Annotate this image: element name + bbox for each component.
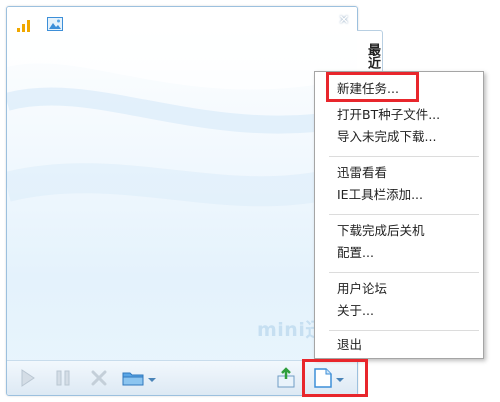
minithunder-window: ✕ mini迅 [6, 6, 358, 396]
delete-button[interactable] [89, 367, 109, 389]
menu-separator [329, 156, 479, 157]
menu-dropdown-button[interactable] [311, 367, 347, 389]
menu-item-settings[interactable]: 配置... [337, 244, 374, 261]
menu-item-about[interactable]: 关于... [337, 302, 374, 319]
menu-item-xunlei-kankan[interactable]: 迅雷看看 [337, 164, 387, 181]
delete-icon [91, 370, 107, 386]
open-folder-button[interactable] [121, 367, 159, 389]
bottom-toolbar [7, 360, 357, 395]
pause-button[interactable] [53, 367, 73, 389]
menu-item-exit[interactable]: 退出 [337, 336, 362, 353]
picture-icon[interactable] [47, 17, 63, 31]
menu-item-ie-toolbar[interactable]: IE工具栏添加... [337, 186, 423, 203]
menu-separator [329, 330, 479, 331]
folder-icon [122, 372, 156, 386]
menu-item-new-task[interactable]: 新建任务... [337, 80, 399, 97]
menu-separator [329, 214, 479, 215]
pause-icon [56, 370, 70, 386]
signal-strength-icon [17, 20, 30, 32]
share-button[interactable] [275, 367, 299, 389]
close-button[interactable]: ✕ [337, 14, 351, 28]
menu-separator [329, 272, 479, 273]
start-button[interactable] [17, 367, 37, 389]
menu-item-user-forum[interactable]: 用户论坛 [337, 280, 387, 297]
play-icon [21, 369, 35, 387]
menu-item-import-unfinished[interactable]: 导入未完成下载... [337, 128, 436, 145]
menu-item-open-bt-file[interactable]: 打开BT种子文件... [337, 106, 440, 123]
document-icon [314, 368, 344, 388]
menu-item-shutdown-after-download[interactable]: 下载完成后关机 [337, 222, 425, 239]
context-menu: 新建任务... 打开BT种子文件... 导入未完成下载... 迅雷看看 IE工具… [314, 71, 484, 359]
share-icon [277, 367, 295, 388]
